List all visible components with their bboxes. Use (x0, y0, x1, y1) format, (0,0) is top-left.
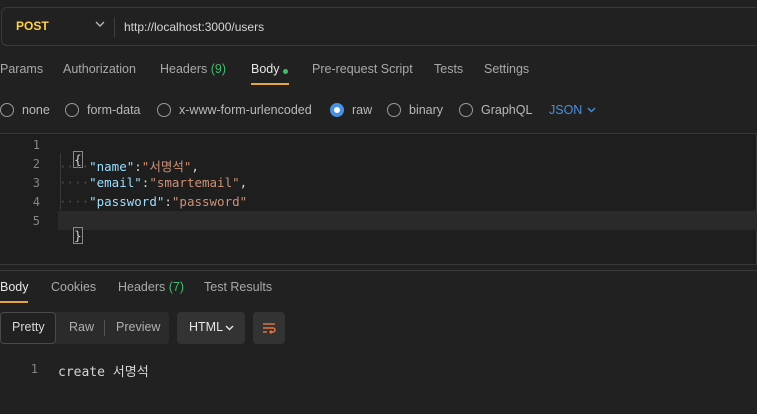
tab-authorization[interactable]: Authorization (63, 62, 136, 76)
radio-graphql[interactable] (459, 103, 473, 117)
line-number: 5 (32, 214, 40, 228)
language-select[interactable]: JSON (549, 103, 582, 117)
response-tab-test-results[interactable]: Test Results (204, 280, 272, 294)
json-key: "password" (89, 194, 165, 209)
code-line: ····"password":"password" (59, 194, 247, 209)
url-divider (114, 17, 115, 37)
chevron-down-icon[interactable] (94, 18, 106, 30)
line-number: 2 (32, 157, 40, 171)
line-number: 3 (32, 176, 40, 190)
close-brace: } (73, 227, 83, 244)
response-body-text: create 서명석 (58, 365, 149, 380)
radio-form-data-label: form-data (87, 103, 141, 117)
current-line-highlight (58, 211, 757, 230)
headers-count: (9) (210, 62, 227, 76)
radio-raw[interactable] (330, 103, 344, 117)
url-input[interactable]: http://localhost:3000/users (124, 20, 264, 34)
line-number: 1 (32, 138, 40, 152)
response-line-number: 1 (30, 362, 38, 376)
json-colon: : (134, 159, 142, 174)
method-select[interactable]: POST (16, 19, 49, 33)
json-value: "password" (171, 194, 248, 209)
wrap-lines-icon (263, 323, 276, 334)
indent: ···· (59, 175, 90, 190)
tab-params[interactable]: Params (0, 62, 43, 76)
radio-none[interactable] (0, 103, 14, 117)
tab-tests[interactable]: Tests (434, 62, 463, 76)
view-pretty-label: Pretty (12, 320, 45, 334)
json-comma: , (191, 159, 199, 174)
radio-raw-label: raw (352, 103, 373, 117)
response-tab-headers[interactable]: Headers (7) (118, 280, 184, 294)
tab-prerequest-script[interactable]: Pre-request Script (312, 62, 413, 76)
radio-binary-label: binary (409, 103, 444, 117)
chevron-down-icon[interactable] (586, 104, 597, 115)
radio-urlencoded[interactable] (157, 103, 171, 117)
json-key: "email" (89, 175, 142, 190)
response-tab-underline (0, 301, 28, 303)
code-line: ····"email":"smartemail", (59, 175, 247, 190)
response-tab-cookies[interactable]: Cookies (51, 280, 96, 294)
code-line: } (59, 213, 83, 244)
indent: ···· (59, 159, 90, 174)
url-bar: POST http://localhost:3000/users (1, 7, 757, 46)
radio-form-data[interactable] (65, 103, 79, 117)
response-tab-body[interactable]: Body (0, 280, 29, 294)
tab-settings[interactable]: Settings (484, 62, 529, 76)
json-key: "name" (89, 159, 135, 174)
response-headers-count: (7) (168, 280, 185, 294)
json-comma: , (239, 175, 248, 190)
view-raw-button[interactable]: Raw (69, 320, 94, 334)
json-value: "smartemail" (149, 175, 240, 190)
indent: ···· (59, 194, 90, 209)
body-modified-dot (283, 69, 288, 74)
tab-body[interactable]: Body (251, 62, 280, 76)
json-value: "서명석" (141, 159, 192, 174)
code-line: ····"name":"서명석", (59, 156, 199, 175)
radio-graphql-label: GraphQL (481, 103, 533, 117)
view-preview-button[interactable]: Preview (116, 320, 160, 334)
response-tab-headers-label: Headers (118, 280, 166, 294)
pane-resize-handle[interactable] (0, 270, 757, 271)
format-select-label: HTML (189, 320, 224, 334)
radio-urlencoded-label: x-www-form-urlencoded (179, 103, 312, 117)
chevron-down-icon (225, 325, 234, 331)
radio-binary[interactable] (387, 103, 401, 117)
tab-headers-label: Headers (160, 62, 208, 76)
tab-active-underline (251, 83, 289, 85)
json-colon: : (164, 194, 172, 209)
view-separator (104, 320, 105, 336)
tab-headers[interactable]: Headers (9) (160, 62, 226, 76)
radio-none-label: none (22, 103, 50, 117)
line-number: 4 (32, 195, 40, 209)
